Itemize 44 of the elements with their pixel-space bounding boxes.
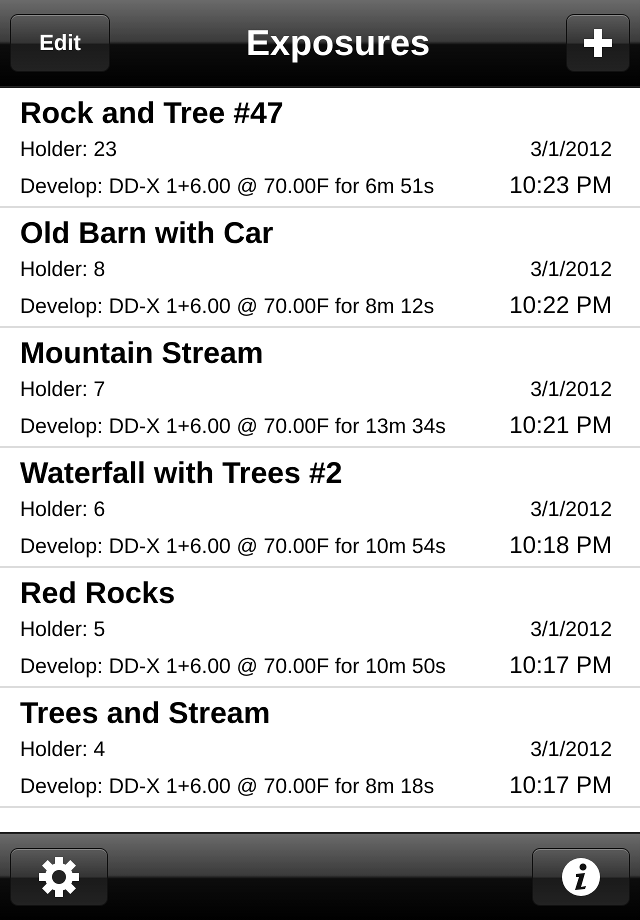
holder-label: Holder: 4 (20, 737, 106, 763)
info-icon (561, 857, 601, 897)
exposure-row[interactable]: Waterfall with Trees #2 Holder: 6 3/1/2012 Develop: DD-X 1+6.00 @ 70.00F for 10m 54s 10:18 PM (0, 448, 640, 568)
time-label: 10:23 PM (509, 171, 612, 201)
settings-button[interactable] (10, 848, 108, 906)
time-label: 10:18 PM (509, 531, 612, 561)
date-label: 3/1/2012 (530, 257, 612, 283)
develop-label: Develop: DD-X 1+6.00 @ 70.00F for 8m 12s (20, 294, 434, 320)
exposure-row[interactable]: Red Rocks Holder: 5 3/1/2012 Develop: DD-X 1+6.00 @ 70.00F for 10m 50s 10:17 PM (0, 568, 640, 688)
develop-label: Develop: DD-X 1+6.00 @ 70.00F for 8m 18s (20, 774, 434, 800)
date-label: 3/1/2012 (530, 617, 612, 643)
date-label: 3/1/2012 (530, 737, 612, 763)
time-label: 10:17 PM (509, 771, 612, 801)
time-label: 10:17 PM (509, 651, 612, 681)
holder-label: Holder: 5 (20, 617, 106, 643)
develop-label: Develop: DD-X 1+6.00 @ 70.00F for 6m 51s (20, 174, 434, 200)
holder-label: Holder: 8 (20, 257, 106, 283)
time-label: 10:21 PM (509, 411, 612, 441)
exposure-name: Waterfall with Trees #2 (20, 456, 344, 492)
exposure-name: Trees and Stream (20, 696, 272, 732)
holder-label: Holder: 7 (20, 377, 106, 403)
holder-label: Holder: 23 (20, 137, 117, 163)
exposure-row[interactable]: Mountain Stream Holder: 7 3/1/2012 Develop: DD-X 1+6.00 @ 70.00F for 13m 34s 10:21 PM (0, 328, 640, 448)
plus-icon (584, 29, 612, 57)
develop-label: Develop: DD-X 1+6.00 @ 70.00F for 10m 54s (20, 534, 446, 560)
exposure-name: Red Rocks (20, 576, 176, 612)
exposure-name: Old Barn with Car (20, 216, 274, 252)
settings-icon (38, 856, 80, 898)
window-title: Exposures (246, 22, 430, 64)
develop-label: Develop: DD-X 1+6.00 @ 70.00F for 10m 50s (20, 654, 446, 680)
exposure-row[interactable]: Old Barn with Car Holder: 8 3/1/2012 Develop: DD-X 1+6.00 @ 70.00F for 8m 12s 10:22 PM (0, 208, 640, 328)
develop-label: Develop: DD-X 1+6.00 @ 70.00F for 13m 34s (20, 414, 446, 440)
exposure-name: Mountain Stream (20, 336, 264, 372)
edit-button[interactable]: Edit (10, 14, 110, 72)
holder-label: Holder: 6 (20, 497, 106, 523)
date-label: 3/1/2012 (530, 137, 612, 163)
exposure-row[interactable]: Rock and Tree #47 Holder: 23 3/1/2012 Develop: DD-X 1+6.00 @ 70.00F for 6m 51s 10:23 PM (0, 88, 640, 208)
exposure-name: Rock and Tree #47 (20, 96, 284, 132)
exposure-row[interactable]: Trees and Stream Holder: 4 3/1/2012 Develop: DD-X 1+6.00 @ 70.00F for 8m 18s 10:17 PM (0, 688, 640, 808)
time-label: 10:22 PM (509, 291, 612, 321)
date-label: 3/1/2012 (530, 497, 612, 523)
add-button[interactable] (566, 14, 630, 72)
info-button[interactable] (532, 848, 630, 906)
date-label: 3/1/2012 (530, 377, 612, 403)
